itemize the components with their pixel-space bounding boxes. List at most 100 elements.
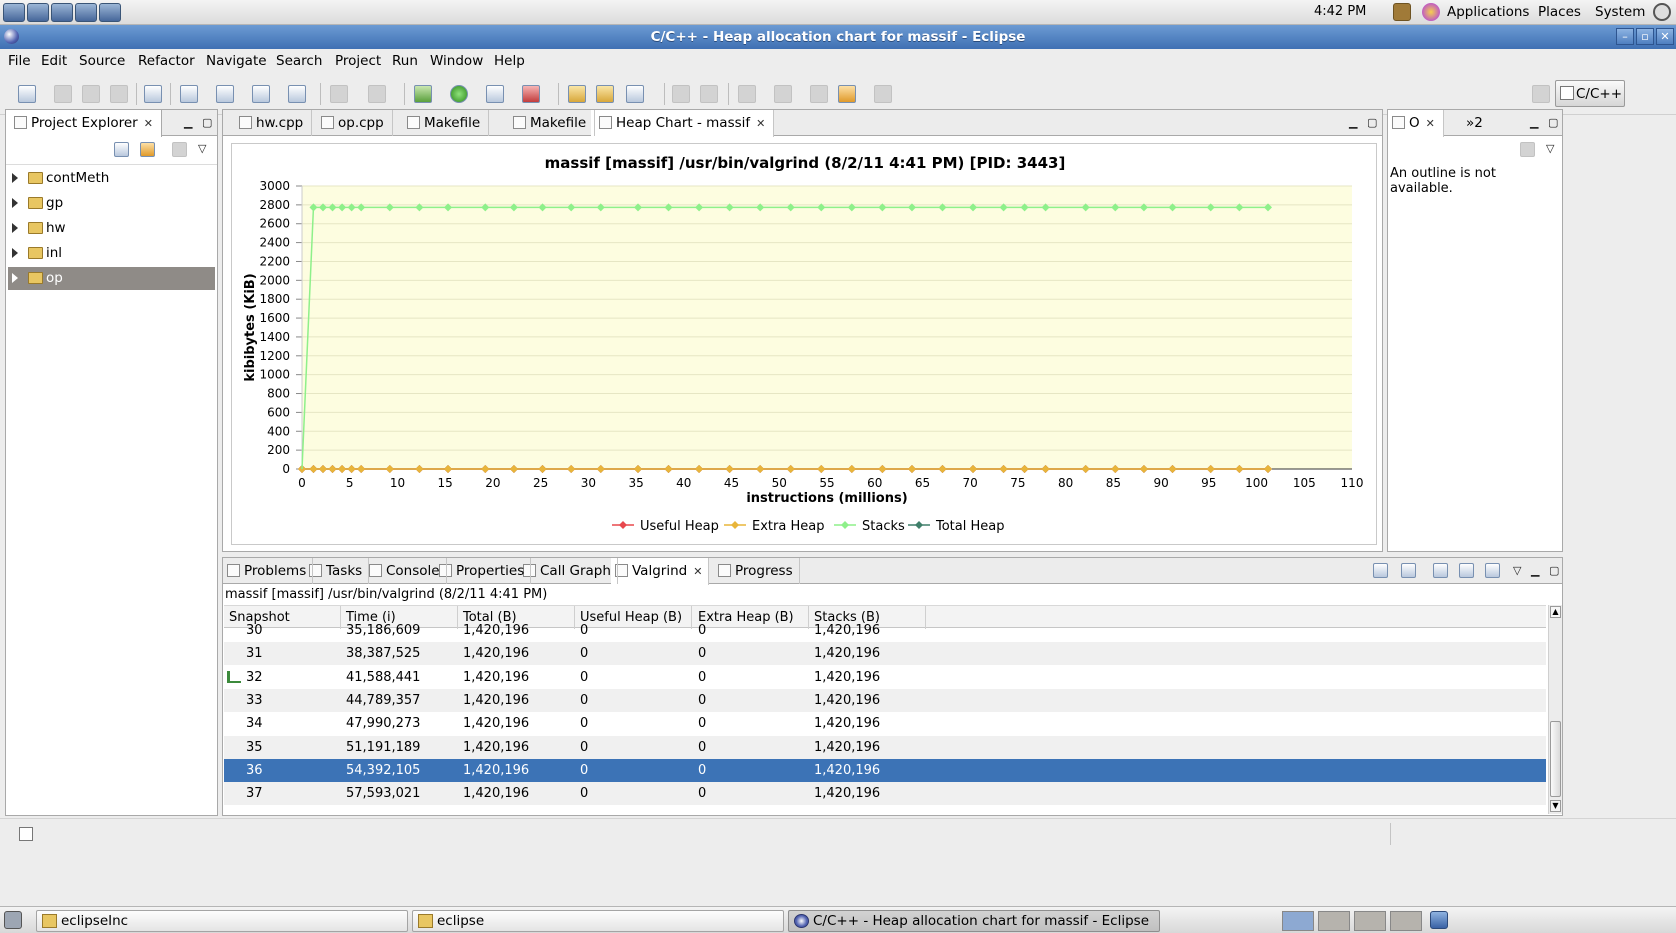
bottom-tab[interactable]: Problems (223, 558, 314, 584)
filter-icon[interactable] (172, 142, 187, 157)
bottom-tab[interactable]: Progress (714, 558, 800, 584)
run-icon[interactable] (450, 85, 468, 103)
chart-line-icon[interactable] (1459, 563, 1474, 578)
table-row[interactable]: 31 38,387,525 1,420,196 0 0 1,420,196 (224, 642, 1546, 666)
new-folder-icon[interactable] (216, 85, 234, 103)
tree-item-project[interactable]: op (8, 267, 215, 290)
fast-view-icon[interactable] (19, 827, 33, 841)
view-menu-icon[interactable]: ▽ (1546, 142, 1554, 155)
back-icon[interactable] (838, 85, 856, 103)
editor-tab[interactable]: Makefile (399, 110, 490, 136)
tab-overflow[interactable]: »2 (1458, 110, 1491, 136)
profile-icon[interactable] (486, 85, 504, 103)
minimize-icon[interactable]: ▁ (1530, 116, 1538, 129)
open-perspective-icon[interactable] (1532, 85, 1550, 103)
maximize-icon[interactable]: ▢ (1548, 116, 1558, 129)
external-tools-icon[interactable] (522, 85, 540, 103)
menu-window[interactable]: Window (430, 53, 483, 69)
next-annotation-icon[interactable] (738, 85, 756, 103)
prev-annotation-icon[interactable] (774, 85, 792, 103)
tree-view-icon[interactable] (1485, 563, 1500, 578)
editor-tab[interactable]: Heap Chart - massif ✕ (591, 110, 775, 137)
maximize-icon[interactable]: ▢ (1367, 116, 1377, 129)
expand-arrow-icon[interactable] (12, 173, 18, 183)
expand-arrow-icon[interactable] (12, 273, 18, 283)
print-icon[interactable] (110, 85, 128, 103)
volume-icon[interactable] (1653, 3, 1671, 21)
table-row[interactable]: 32 41,588,441 1,420,196 0 0 1,420,196 (224, 666, 1546, 689)
bottom-tab[interactable]: Tasks (305, 558, 370, 584)
table-row[interactable]: 30 35,186,609 1,420,196 0 0 1,420,196 (224, 619, 1546, 642)
run-options-icon[interactable] (1401, 563, 1416, 578)
launcher-icon[interactable] (3, 3, 25, 22)
scroll-down-icon[interactable]: ▼ (1550, 800, 1561, 812)
tab-outline[interactable]: O ✕ (1388, 110, 1444, 137)
settings-icon[interactable] (368, 85, 386, 103)
panel-menu-applications[interactable]: Applications (1447, 4, 1529, 20)
menu-file[interactable]: File (8, 53, 31, 69)
clock[interactable]: 4:42 PM (1314, 4, 1366, 19)
maximize-window-button[interactable]: ▫ (1636, 28, 1654, 45)
perspective-cpp-button[interactable]: C/C++ (1555, 80, 1625, 107)
tab-project-explorer[interactable]: Project Explorer ✕ (6, 110, 162, 137)
new-file-icon[interactable] (252, 85, 270, 103)
task-eclipse-window[interactable]: C/C++ - Heap allocation chart for massif… (788, 910, 1160, 932)
trash-icon[interactable] (1430, 911, 1448, 929)
tree-item-project[interactable]: contMeth (8, 167, 215, 190)
view-menu-icon[interactable]: ▽ (1513, 564, 1521, 577)
forward-icon[interactable] (874, 85, 892, 103)
editor-tab[interactable]: op.cpp (313, 110, 393, 136)
window-titlebar[interactable]: C/C++ - Heap allocation chart for massif… (0, 25, 1676, 49)
view-menu-icon[interactable]: ▽ (198, 142, 206, 155)
workspace-3[interactable] (1354, 911, 1386, 931)
menu-run[interactable]: Run (392, 53, 418, 69)
bottom-tab[interactable]: Console (365, 558, 447, 584)
save-all-icon[interactable] (82, 85, 100, 103)
link-with-editor-icon[interactable] (140, 142, 155, 157)
build-icon[interactable] (144, 85, 162, 103)
search-icon[interactable] (626, 85, 644, 103)
hammer-icon[interactable] (330, 85, 348, 103)
export-icon[interactable] (1373, 563, 1388, 578)
show-whitespace-icon[interactable] (700, 85, 718, 103)
maximize-icon[interactable]: ▢ (1549, 564, 1559, 577)
bottom-tab[interactable]: Valgrind ✕ (611, 558, 710, 585)
tree-item-project[interactable]: gp (8, 192, 215, 215)
minimize-icon[interactable]: ▁ (184, 116, 192, 129)
menu-help[interactable]: Help (494, 53, 525, 69)
expand-arrow-icon[interactable] (12, 248, 18, 258)
minimize-icon[interactable]: ▁ (1349, 116, 1357, 129)
package-icon[interactable] (1393, 3, 1411, 21)
table-row[interactable]: 36 54,392,105 1,420,196 0 0 1,420,196 (224, 758, 1546, 782)
launcher-icon[interactable] (51, 3, 73, 22)
launcher-icon[interactable] (27, 3, 49, 22)
menu-edit[interactable]: Edit (41, 53, 67, 69)
launcher-icon[interactable] (75, 3, 97, 22)
minimize-window-button[interactable]: – (1616, 28, 1634, 45)
task-eclipse-folder[interactable]: eclipse (412, 910, 784, 932)
workspace-4[interactable] (1390, 911, 1422, 931)
show-desktop-icon[interactable] (4, 911, 22, 929)
close-icon[interactable]: ✕ (693, 565, 702, 578)
expand-arrow-icon[interactable] (12, 198, 18, 208)
menu-project[interactable]: Project (335, 53, 381, 69)
minimize-icon[interactable]: ▁ (1531, 564, 1539, 577)
outline-sort-icon[interactable] (1520, 142, 1535, 157)
bottom-tab[interactable]: Properties (435, 558, 532, 584)
debug-icon[interactable] (414, 85, 432, 103)
close-icon[interactable]: ✕ (756, 117, 765, 130)
table-row[interactable]: 33 44,789,357 1,420,196 0 0 1,420,196 (224, 688, 1546, 712)
task-eclipseinc[interactable]: eclipseInc (36, 910, 408, 932)
tree-item-project[interactable]: inl (8, 242, 215, 265)
last-edit-icon[interactable] (810, 85, 828, 103)
table-row[interactable]: 34 47,990,273 1,420,196 0 0 1,420,196 (224, 712, 1546, 735)
refresh-icon[interactable] (288, 85, 306, 103)
menu-search[interactable]: Search (276, 53, 322, 69)
expand-arrow-icon[interactable] (12, 223, 18, 233)
close-icon[interactable]: ✕ (1426, 117, 1435, 130)
panel-menu-places[interactable]: Places (1538, 4, 1581, 20)
tree-item-project[interactable]: hw (8, 217, 215, 240)
table-row[interactable]: 37 57,593,021 1,420,196 0 0 1,420,196 (224, 782, 1546, 806)
menu-source[interactable]: Source (79, 53, 125, 69)
toggle-mark-icon[interactable] (672, 85, 690, 103)
